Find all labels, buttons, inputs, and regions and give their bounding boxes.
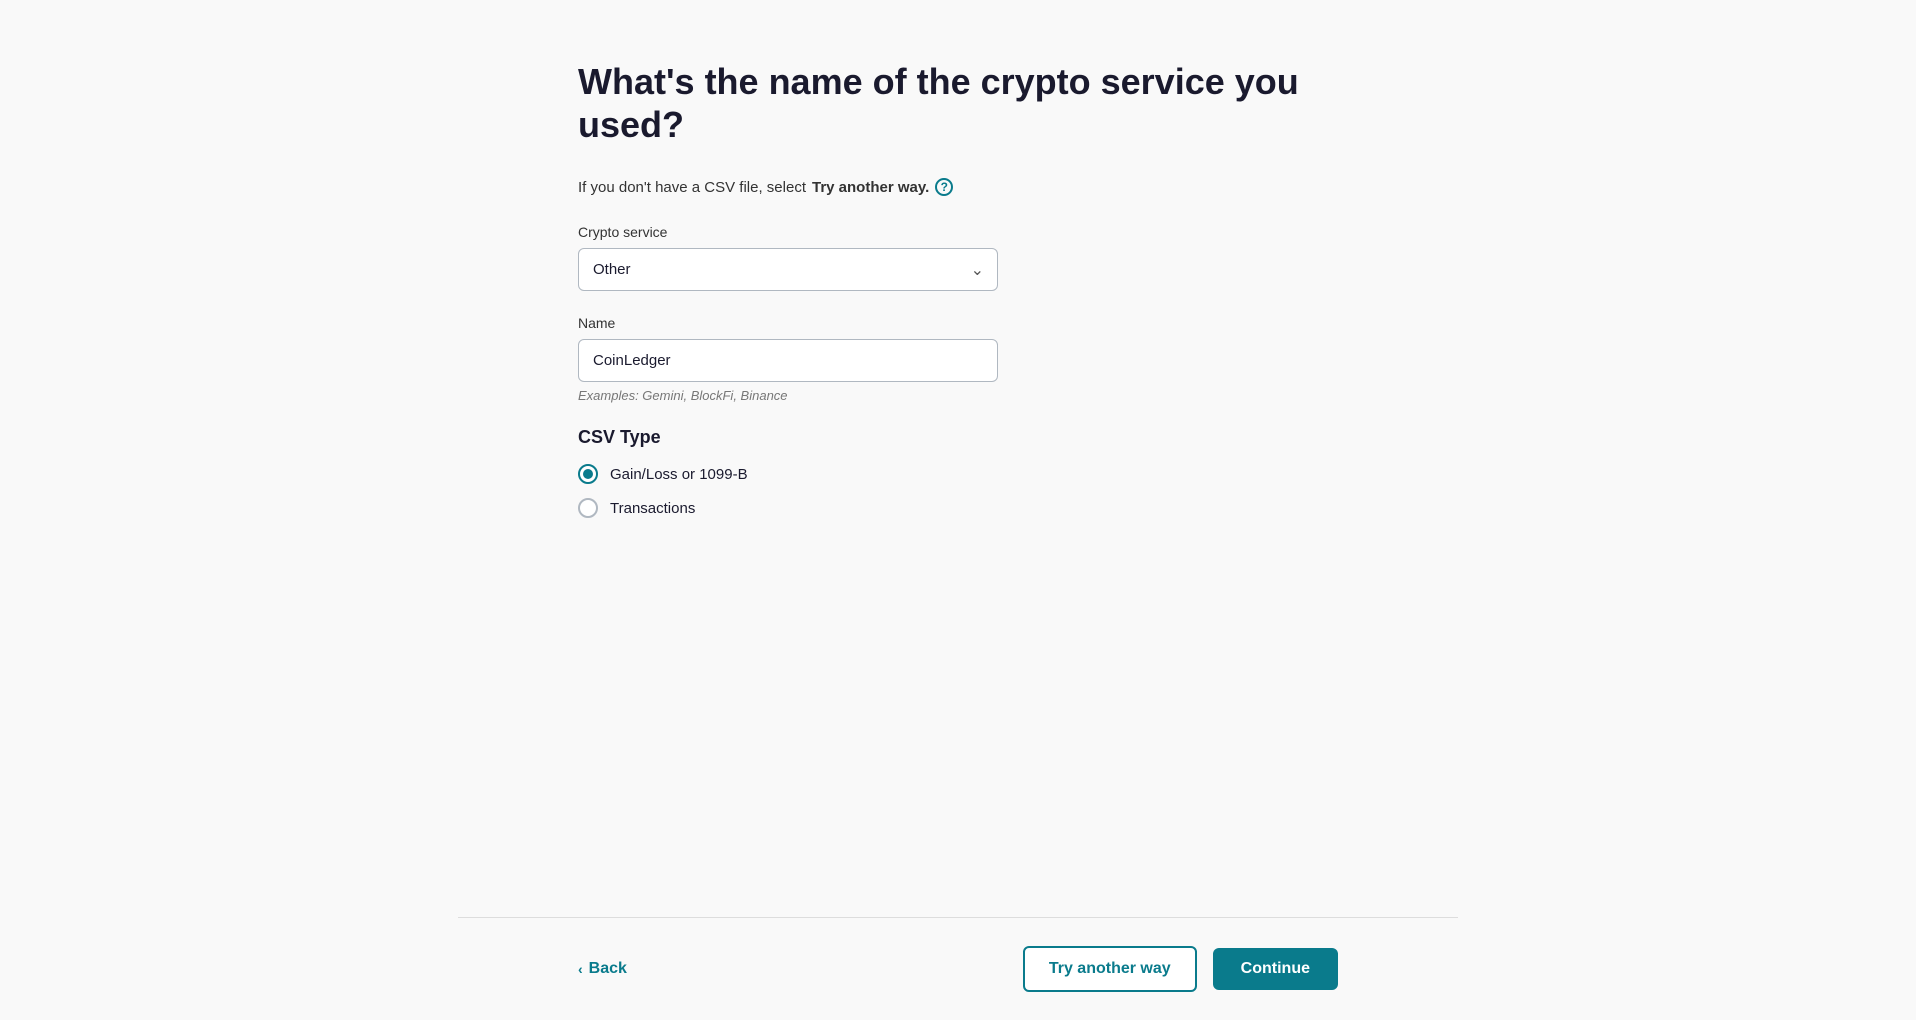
radio-gain-loss-label: Gain/Loss or 1099-B	[610, 466, 748, 483]
crypto-service-field-group: Crypto service Other Coinbase Binance Kr…	[578, 224, 1338, 291]
crypto-service-label: Crypto service	[578, 224, 1338, 240]
page-title: What's the name of the crypto service yo…	[578, 60, 1338, 146]
name-label: Name	[578, 315, 1338, 331]
try-another-way-button[interactable]: Try another way	[1023, 946, 1197, 992]
name-field-hint: Examples: Gemini, BlockFi, Binance	[578, 388, 1338, 403]
back-chevron-icon: ‹	[578, 961, 583, 977]
try-another-way-link[interactable]: Try another way.	[812, 179, 929, 196]
csv-type-title: CSV Type	[578, 427, 1338, 448]
continue-button[interactable]: Continue	[1213, 948, 1338, 990]
csv-type-section: CSV Type Gain/Loss or 1099-B Transaction…	[578, 427, 1338, 518]
subtitle: If you don't have a CSV file, select Try…	[578, 178, 1338, 196]
footer: ‹ Back Try another way Continue	[578, 918, 1338, 1020]
name-input[interactable]	[578, 339, 998, 382]
radio-gain-loss-circle[interactable]	[578, 464, 598, 484]
back-label: Back	[589, 960, 627, 978]
help-icon[interactable]: ?	[935, 178, 953, 196]
back-button[interactable]: ‹ Back	[578, 960, 627, 978]
subtitle-text: If you don't have a CSV file, select	[578, 179, 806, 196]
radio-transactions-label: Transactions	[610, 500, 695, 517]
csv-type-radio-group: Gain/Loss or 1099-B Transactions	[578, 464, 1338, 518]
name-field-group: Name Examples: Gemini, BlockFi, Binance	[578, 315, 1338, 403]
radio-item-gain-loss[interactable]: Gain/Loss or 1099-B	[578, 464, 1338, 484]
radio-item-transactions[interactable]: Transactions	[578, 498, 1338, 518]
crypto-service-select-wrapper: Other Coinbase Binance Kraken Gemini Blo…	[578, 248, 998, 291]
radio-transactions-circle[interactable]	[578, 498, 598, 518]
crypto-service-select[interactable]: Other Coinbase Binance Kraken Gemini Blo…	[578, 248, 998, 291]
footer-right: Try another way Continue	[1023, 946, 1338, 992]
